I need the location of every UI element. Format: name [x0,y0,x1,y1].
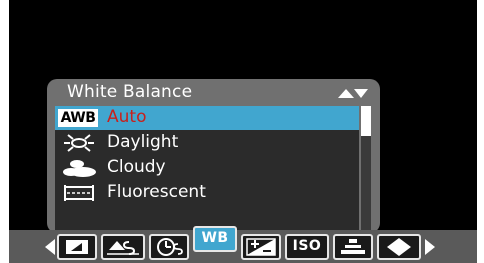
flash-mode-button[interactable] [377,234,421,260]
camera-screen: White Balance AWB Auto Daylight Cloudy F… [9,0,477,230]
daylight-icon [59,133,99,153]
exposure-compensation-button[interactable] [241,234,281,260]
self-timer-button[interactable] [149,234,189,260]
settings-toolbar: WB ISO [9,226,477,263]
image-size-icon [66,240,88,254]
white-balance-list: AWB Auto Daylight Cloudy Fluorescent [55,106,359,230]
triangle-right-icon[interactable] [423,238,437,256]
list-item-fluorescent[interactable]: Fluorescent [55,181,359,205]
list-item-cloudy[interactable]: Cloudy [55,156,359,180]
awb-icon: AWB [58,109,98,127]
menu-header: White Balance [57,80,375,104]
menu-scrollbar[interactable] [361,106,371,230]
triangle-left-icon[interactable] [43,238,57,256]
metering-icon [341,239,365,254]
list-item-label: Daylight [107,132,179,152]
menu-title: White Balance [67,82,193,102]
exposure-compensation-icon [246,238,276,256]
scrollbar-thumb[interactable] [361,106,371,136]
image-size-button[interactable] [57,234,97,260]
white-balance-icon: WB [201,230,229,246]
up-down-arrows-icon [337,87,369,99]
iso-label: ISO [292,238,322,254]
list-item-auto[interactable]: AWB Auto [55,106,359,130]
list-item-label: Auto [107,107,147,127]
flash-mode-icon [387,238,411,256]
list-item-daylight[interactable]: Daylight [55,131,359,155]
image-quality-icon [107,241,139,255]
list-item-label: Fluorescent [107,182,206,202]
list-item-label: Cloudy [107,157,166,177]
white-balance-button[interactable]: WB [193,226,237,252]
metering-button[interactable] [333,234,373,260]
cloudy-icon [59,158,99,178]
white-balance-menu: White Balance AWB Auto Daylight Cloudy F… [47,79,380,230]
iso-button[interactable]: ISO [285,234,329,260]
image-quality-button[interactable] [101,234,145,260]
self-timer-icon [157,238,183,256]
fluorescent-icon [59,183,99,203]
